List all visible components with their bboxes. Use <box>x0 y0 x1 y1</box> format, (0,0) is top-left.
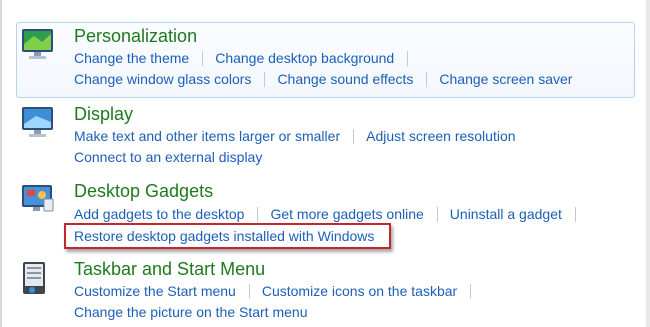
window-left-edge <box>0 0 2 327</box>
customize-start-menu-link[interactable]: Customize the Start menu <box>74 281 236 301</box>
get-more-gadgets-online-link[interactable]: Get more gadgets online <box>270 204 423 224</box>
change-start-menu-picture-link[interactable]: Change the picture on the Start menu <box>74 302 307 322</box>
link-separator <box>248 284 250 299</box>
annotation-highlight-box <box>64 223 391 249</box>
link-separator <box>353 129 355 144</box>
uninstall-gadget-link[interactable]: Uninstall a gadget <box>450 204 562 224</box>
change-sound-effects-link[interactable]: Change sound effects <box>277 69 413 89</box>
change-screen-saver-link[interactable]: Change screen saver <box>439 69 572 89</box>
taskbar-start-menu-title[interactable]: Taskbar and Start Menu <box>74 258 265 280</box>
link-separator <box>257 207 259 222</box>
link-separator <box>202 51 204 66</box>
link-separator <box>574 207 576 222</box>
personalization-icon <box>22 29 53 59</box>
link-separator <box>407 51 409 66</box>
link-separator <box>470 284 472 299</box>
change-desktop-background-link[interactable]: Change desktop background <box>215 48 394 68</box>
display-icon <box>22 107 53 137</box>
scrollbar-track[interactable] <box>646 0 650 327</box>
desktop-gadgets-links-row-1: Add gadgets to the desktop Get more gadge… <box>74 204 588 224</box>
display-links-row-2: Connect to an external display <box>74 147 262 167</box>
link-separator <box>426 72 428 87</box>
adjust-screen-resolution-link[interactable]: Adjust screen resolution <box>366 126 515 146</box>
personalization-links-row-1: Change the theme Change desktop backgroun… <box>74 48 420 68</box>
add-gadgets-link[interactable]: Add gadgets to the desktop <box>74 204 244 224</box>
display-links-row-1: Make text and other items larger or smal… <box>74 126 516 146</box>
link-separator <box>436 207 438 222</box>
display-title[interactable]: Display <box>74 103 133 125</box>
taskbar-start-menu-icon <box>23 262 45 294</box>
desktop-gadgets-title[interactable]: Desktop Gadgets <box>74 180 213 202</box>
taskbar-links-row-2: Change the picture on the Start menu <box>74 302 307 322</box>
desktop-gadgets-icon <box>22 185 54 212</box>
link-separator <box>264 72 266 87</box>
connect-external-display-link[interactable]: Connect to an external display <box>74 147 262 167</box>
taskbar-links-row-1: Customize the Start menu Customize icons … <box>74 281 483 301</box>
personalization-title[interactable]: Personalization <box>74 25 197 47</box>
change-window-glass-colors-link[interactable]: Change window glass colors <box>74 69 251 89</box>
customize-taskbar-icons-link[interactable]: Customize icons on the taskbar <box>262 281 457 301</box>
make-text-larger-link[interactable]: Make text and other items larger or smal… <box>74 126 340 146</box>
change-theme-link[interactable]: Change the theme <box>74 48 189 68</box>
personalization-links-row-2: Change window glass colors Change sound e… <box>74 69 572 89</box>
